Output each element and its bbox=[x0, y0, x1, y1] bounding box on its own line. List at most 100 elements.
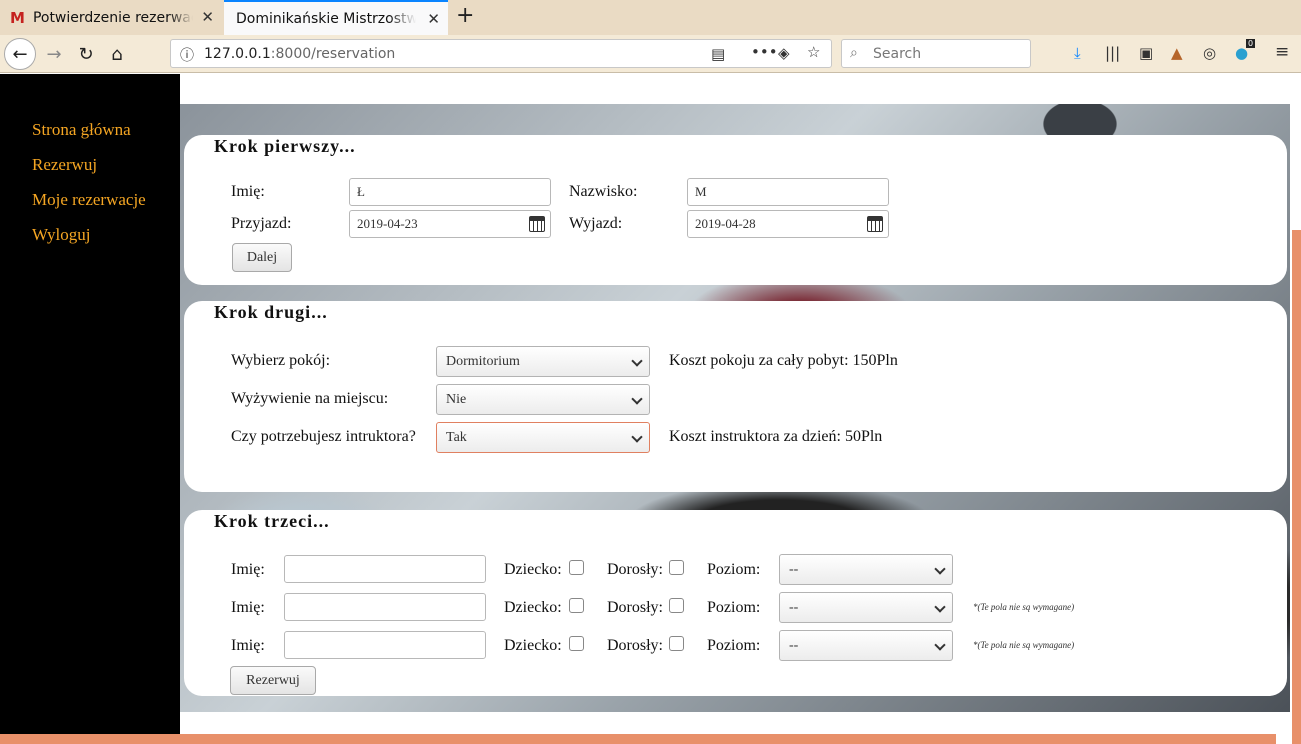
nav-reserve[interactable]: Rezerwuj bbox=[32, 155, 97, 175]
meals-select[interactable]: Nie bbox=[436, 384, 650, 415]
navigation-toolbar: ← → ↻ ⌂ ⓘ 127.0.0.1:8000/reservation ▤ •… bbox=[0, 35, 1301, 73]
child-label: Dziecko: bbox=[504, 561, 562, 578]
step1-title: Krok pierwszy... bbox=[214, 136, 356, 156]
search-placeholder: Search bbox=[873, 46, 922, 62]
url-host: 127.0.0.1 bbox=[204, 46, 271, 62]
calendar-icon[interactable] bbox=[867, 216, 883, 232]
adult-label: Dorosły: bbox=[607, 637, 663, 654]
level-label: Poziom: bbox=[707, 599, 761, 616]
bookmark-star-icon[interactable]: ☆ bbox=[807, 43, 820, 61]
nav-my-reservations[interactable]: Moje rezerwacje bbox=[32, 190, 146, 210]
home-button[interactable]: ⌂ bbox=[103, 41, 131, 67]
participant-name-label: Imię: bbox=[231, 637, 265, 654]
nav-home[interactable]: Strona główna bbox=[32, 120, 131, 140]
level-value: -- bbox=[789, 562, 799, 577]
new-tab-icon[interactable]: + bbox=[456, 3, 474, 28]
pocket-icon[interactable]: ◈ bbox=[778, 44, 790, 62]
level-value: -- bbox=[789, 600, 799, 615]
accent-bar bbox=[1292, 230, 1301, 744]
chevron-down-icon bbox=[934, 639, 946, 651]
adult-checkbox[interactable] bbox=[669, 560, 684, 575]
child-label: Dziecko: bbox=[504, 637, 562, 654]
arrival-date-input[interactable]: 2019-04-23 bbox=[349, 210, 551, 238]
reload-button[interactable]: ↻ bbox=[72, 41, 100, 67]
departure-label: Wyjazd: bbox=[569, 215, 623, 232]
room-select[interactable]: Dormitorium bbox=[436, 346, 650, 377]
meals-label: Wyżywienie na miejscu: bbox=[231, 390, 389, 407]
right-strip bbox=[1290, 74, 1301, 744]
optional-note: *(Te pola nie są wymagane) bbox=[973, 602, 1075, 612]
url-bar[interactable]: ⓘ 127.0.0.1:8000/reservation ▤ ••• ◈ ☆ bbox=[170, 39, 832, 68]
level-select[interactable]: -- bbox=[779, 630, 953, 661]
adult-checkbox[interactable] bbox=[669, 598, 684, 613]
sidebar-icon[interactable]: ▣ bbox=[1139, 44, 1153, 62]
tab-label: Potwierdzenie rezerwac bbox=[32, 9, 193, 26]
tab-active[interactable]: Dominikańskie Mistrzostwa ✕ bbox=[224, 0, 448, 36]
page-actions-icon[interactable]: ••• bbox=[751, 43, 778, 61]
extension-icon[interactable]: ▲ bbox=[1171, 44, 1183, 62]
adult-checkbox[interactable] bbox=[669, 636, 684, 651]
instructor-cost: Koszt instruktora za dzień: 50Pln bbox=[669, 428, 883, 445]
gmail-icon: M bbox=[10, 8, 25, 27]
level-label: Poziom: bbox=[707, 637, 761, 654]
step3-card: Krok trzeci... Imię: Dziecko: Dorosły: P… bbox=[184, 510, 1287, 696]
tab-strip: M Potwierdzenie rezerwac ✕ Dominikańskie… bbox=[0, 0, 1301, 36]
level-select[interactable]: -- bbox=[779, 592, 953, 623]
url-path: :8000/reservation bbox=[270, 46, 396, 62]
close-tab-icon[interactable]: ✕ bbox=[201, 8, 214, 26]
adult-label: Dorosły: bbox=[607, 599, 663, 616]
footer-bar bbox=[0, 734, 1276, 744]
library-icon[interactable]: ||| bbox=[1105, 44, 1120, 62]
browser-window: M Potwierdzenie rezerwac ✕ Dominikańskie… bbox=[0, 0, 1301, 744]
arrival-date-value: 2019-04-23 bbox=[357, 216, 418, 231]
child-checkbox[interactable] bbox=[569, 598, 584, 613]
downloads-icon[interactable]: ⤓ bbox=[1074, 44, 1081, 62]
child-checkbox[interactable] bbox=[569, 636, 584, 651]
next-button[interactable]: Dalej bbox=[232, 243, 292, 272]
step2-card: Krok drugi... Wybierz pokój: Dormitorium… bbox=[184, 301, 1287, 492]
nav-logout[interactable]: Wyloguj bbox=[32, 225, 90, 245]
instructor-label: Czy potrzebujesz intruktora? bbox=[231, 428, 416, 445]
participant-name-input[interactable] bbox=[284, 631, 486, 659]
instructor-select[interactable]: Tak bbox=[436, 422, 650, 453]
participant-name-input[interactable] bbox=[284, 593, 486, 621]
meals-value: Nie bbox=[446, 392, 467, 407]
reader-view-icon[interactable]: ▤ bbox=[711, 45, 725, 63]
room-cost: Koszt pokoju za cały pobyt: 150Pln bbox=[669, 352, 898, 369]
departure-date-value: 2019-04-28 bbox=[695, 216, 756, 231]
level-value: -- bbox=[789, 638, 799, 653]
last-name-input[interactable]: M bbox=[687, 178, 889, 206]
forward-button[interactable]: → bbox=[40, 41, 68, 67]
level-label: Poziom: bbox=[707, 561, 761, 578]
search-icon: ⌕ bbox=[850, 45, 858, 61]
page-content: Strona główna Rezerwuj Moje rezerwacje W… bbox=[0, 74, 1301, 744]
search-input[interactable]: ⌕ Search bbox=[841, 39, 1031, 68]
tab-gmail[interactable]: M Potwierdzenie rezerwac ✕ bbox=[0, 0, 222, 35]
child-label: Dziecko: bbox=[504, 599, 562, 616]
level-select[interactable]: -- bbox=[779, 554, 953, 585]
first-name-input[interactable]: Ł bbox=[349, 178, 551, 206]
chevron-down-icon bbox=[631, 355, 643, 367]
extension-icon-2[interactable]: ◎ bbox=[1203, 44, 1216, 62]
reserve-button[interactable]: Rezerwuj bbox=[230, 666, 316, 695]
last-name-label: Nazwisko: bbox=[569, 183, 638, 200]
tab-label: Dominikańskie Mistrzostwa bbox=[236, 11, 416, 27]
back-button[interactable]: ← bbox=[4, 38, 36, 70]
step3-title: Krok trzeci... bbox=[214, 511, 330, 531]
url-text: 127.0.0.1:8000/reservation bbox=[204, 46, 395, 62]
step1-card: Krok pierwszy... Imię: Ł Nazwisko: M Prz… bbox=[184, 135, 1287, 285]
menu-icon[interactable]: ≡ bbox=[1275, 42, 1289, 62]
chevron-down-icon bbox=[934, 563, 946, 575]
close-tab-icon[interactable]: ✕ bbox=[427, 10, 440, 28]
child-checkbox[interactable] bbox=[569, 560, 584, 575]
sidebar: Strona główna Rezerwuj Moje rezerwacje W… bbox=[0, 74, 180, 744]
chevron-down-icon bbox=[934, 601, 946, 613]
participant-name-input[interactable] bbox=[284, 555, 486, 583]
chevron-down-icon bbox=[631, 431, 643, 443]
optional-note: *(Te pola nie są wymagane) bbox=[973, 640, 1075, 650]
info-icon[interactable]: ⓘ bbox=[180, 45, 194, 65]
departure-date-input[interactable]: 2019-04-28 bbox=[687, 210, 889, 238]
calendar-icon[interactable] bbox=[529, 216, 545, 232]
adult-label: Dorosły: bbox=[607, 561, 663, 578]
room-value: Dormitorium bbox=[446, 354, 520, 369]
